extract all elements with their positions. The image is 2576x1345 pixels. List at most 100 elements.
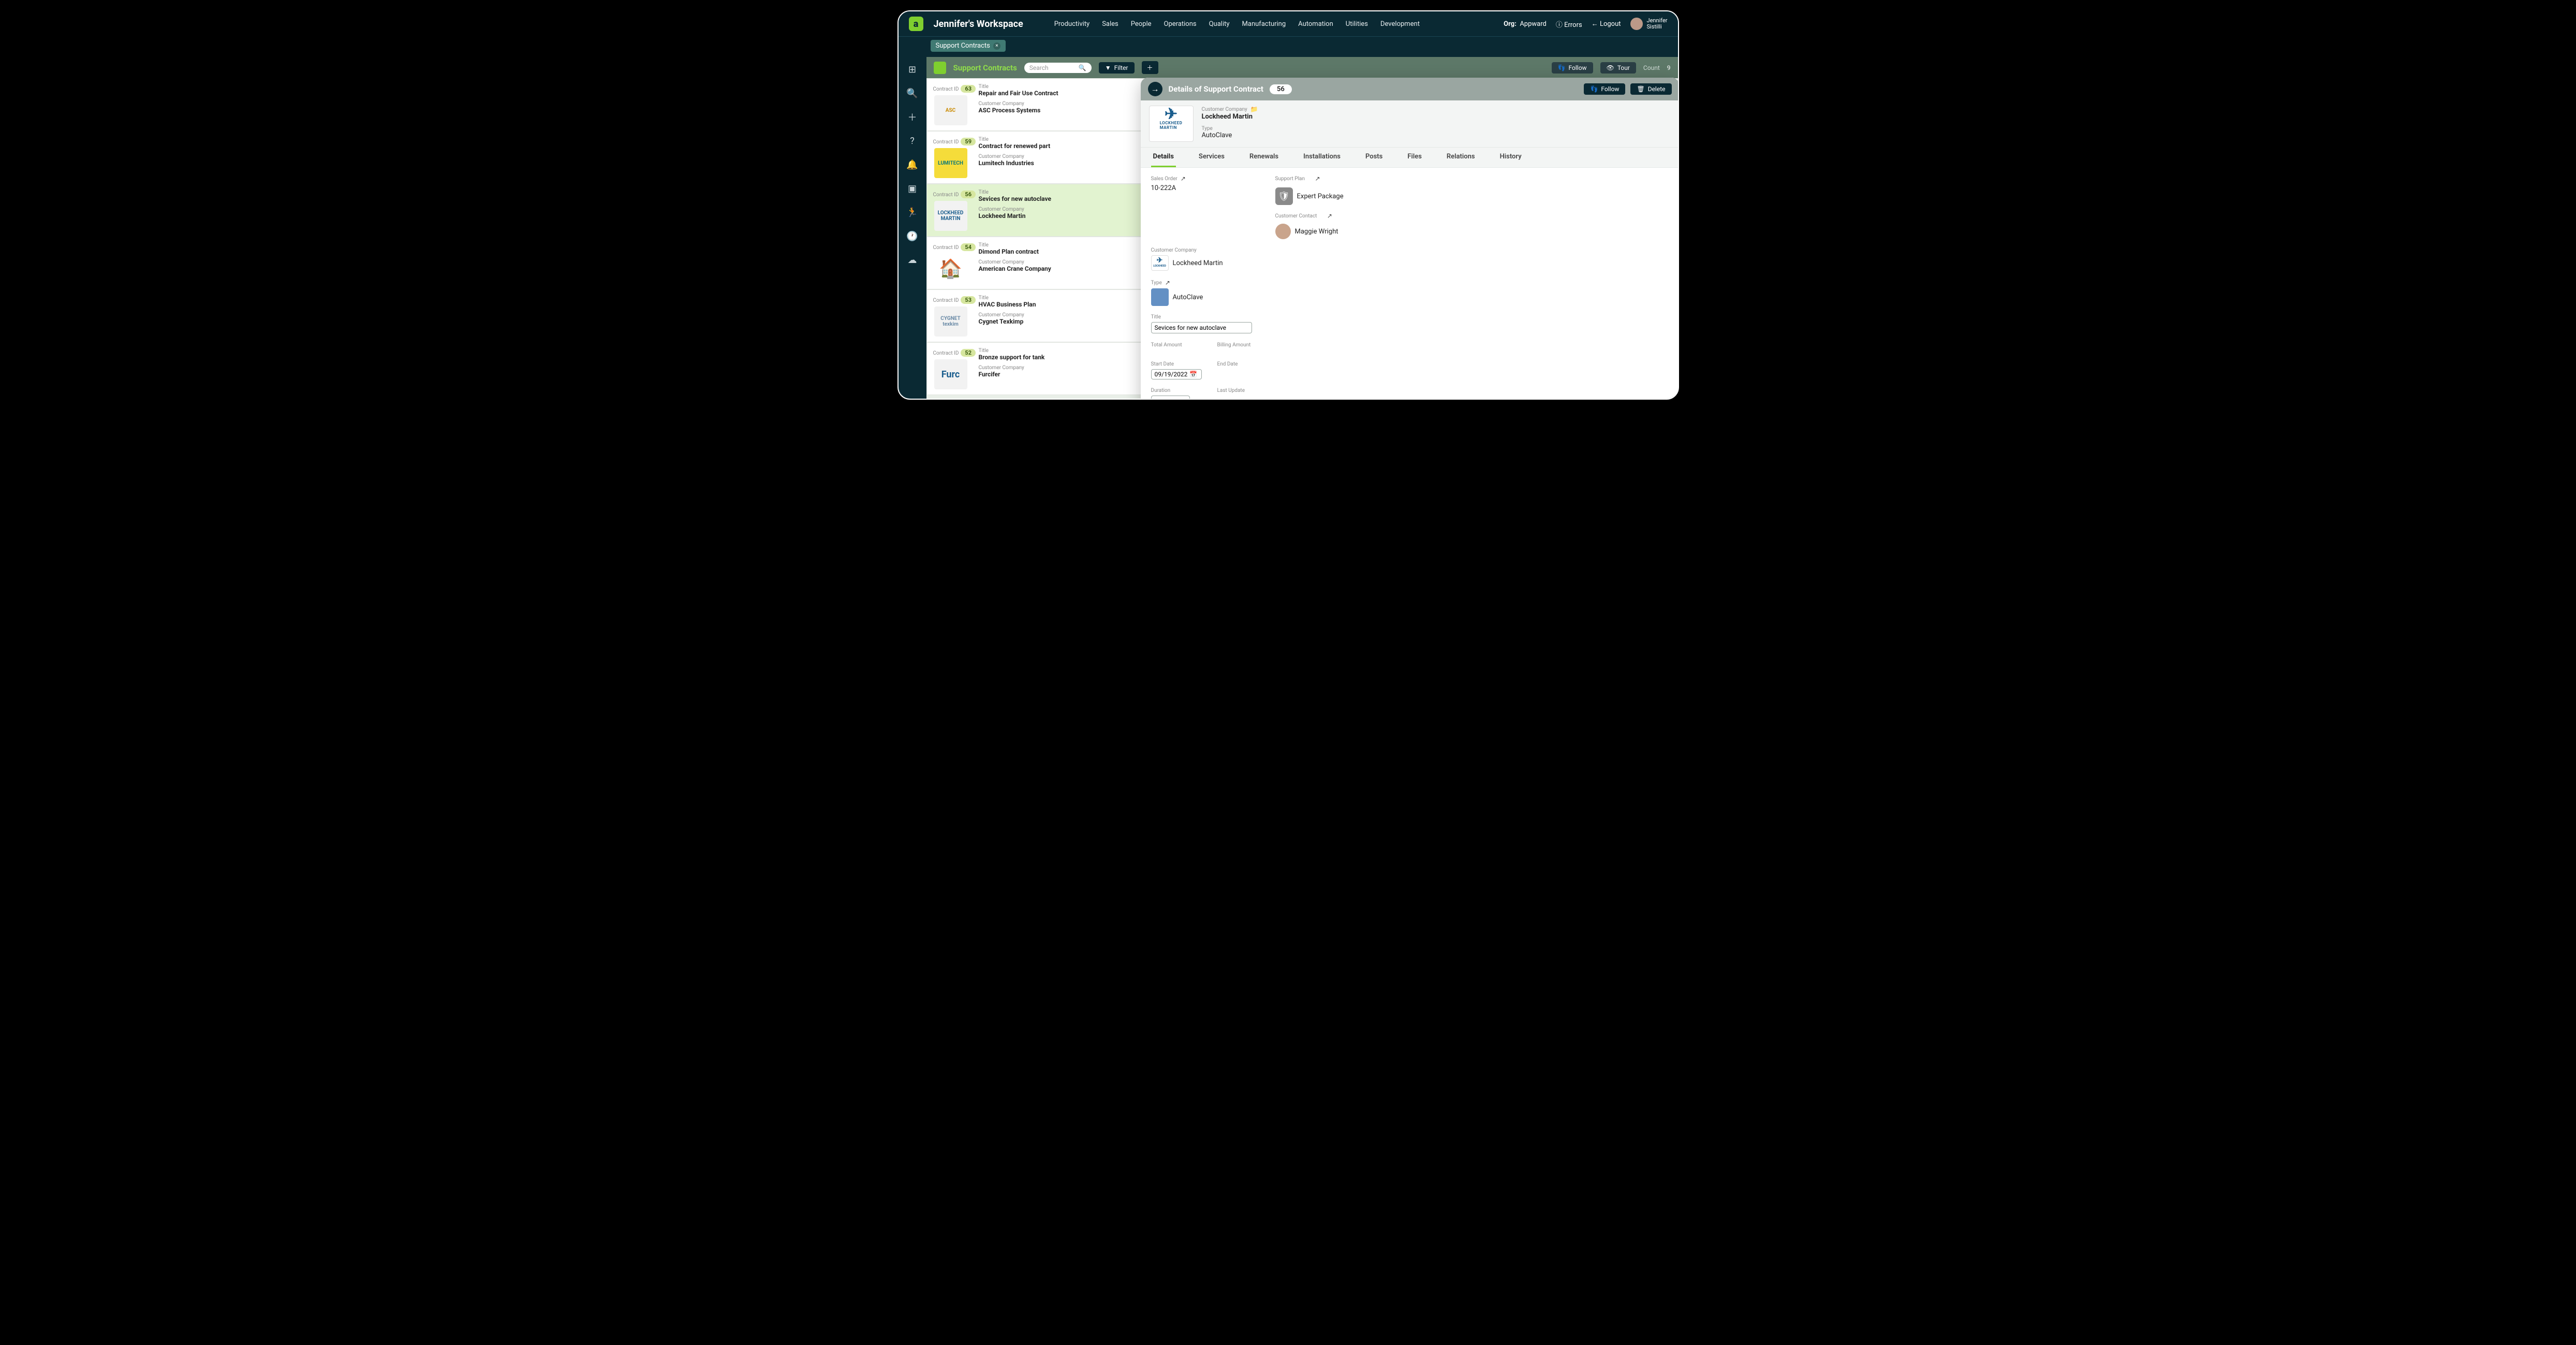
sales-order-value: 10-222A [1151,184,1260,192]
main-area: ⊞ 🔍 ＋ ? 🔔 ▣ 🏃 🕐 ☁ Support Contracts Sear… [899,57,1678,399]
left-rail: ⊞ 🔍 ＋ ? 🔔 ▣ 🏃 🕐 ☁ [899,57,926,399]
details-body: Sales Order ↗ 10-222A Support Plan ↗ 🛡Ex… [1141,168,1679,400]
company-logo-small: ✈LOCKHEED [1151,255,1169,271]
details-header: → Details of Support Contract 56 👣Follow… [1141,78,1679,100]
company-logo-thumb: LOCKHEED MARTIN [934,201,967,231]
tab-installations[interactable]: Installations [1301,148,1343,167]
tab-files[interactable]: Files [1405,148,1424,167]
nav-automation[interactable]: Automation [1298,20,1333,28]
contract-id-pill: 54 [961,243,976,251]
contract-id-pill: 52 [961,349,976,357]
tab-services[interactable]: Services [1197,148,1227,167]
contract-id-pill: 53 [961,296,976,304]
filter-icon: ▼ [1105,64,1111,71]
follow-icon: 👣 [1558,64,1566,71]
errors-link[interactable]: ⓘ Errors [1556,19,1582,29]
folder-icon[interactable]: 📁 [1250,106,1258,113]
eye-icon: 👁 [1607,64,1614,71]
nav-operations[interactable]: Operations [1164,20,1197,28]
tab-renewals[interactable]: Renewals [1247,148,1280,167]
nav-people[interactable]: People [1131,20,1152,28]
tab-details[interactable]: Details [1151,148,1176,167]
details-follow-button[interactable]: 👣Follow [1584,83,1625,95]
tab-history[interactable]: History [1498,148,1524,167]
add-icon[interactable]: ＋ [907,112,918,122]
module-title: Support Contracts [953,63,1017,72]
customer-contact-value: Maggie Wright [1275,224,1669,239]
start-date-input[interactable]: 09/19/2022📅 [1151,369,1202,379]
company-logo-thumb: LUMITECH [934,148,967,178]
breadcrumb-chip[interactable]: Support Contracts × [931,40,1006,52]
calendar-icon: 📅 [1189,371,1197,378]
tour-button[interactable]: 👁Tour [1600,62,1636,74]
topbar: a Jennifer's Workspace Productivity Sales… [899,11,1678,37]
external-link-icon[interactable]: ↗ [1181,175,1186,182]
filter-button[interactable]: ▼Filter [1099,62,1135,74]
list-toolbar: Support Contracts Search🔍 ▼Filter ＋ 👣Fol… [926,57,1678,78]
company-logo-thumb: ASC [934,95,967,125]
contract-id-pill: 59 [961,138,976,145]
close-icon[interactable]: × [993,42,1000,50]
title-input[interactable] [1151,322,1252,333]
content-area: Support Contracts Search🔍 ▼Filter ＋ 👣Fol… [926,57,1678,399]
clock-icon[interactable]: 🕐 [907,231,918,241]
nav-quality[interactable]: Quality [1209,20,1230,28]
bell-icon[interactable]: 🔔 [907,159,918,170]
add-button[interactable]: ＋ [1142,61,1158,74]
breadcrumb-bar: Support Contracts × [899,37,1678,57]
follow-button[interactable]: 👣Follow [1552,62,1593,74]
external-link-icon[interactable]: ↗ [1165,279,1170,286]
customer-company-value: ✈LOCKHEED Lockheed Martin [1151,255,1260,271]
tab-relations[interactable]: Relations [1445,148,1477,167]
back-button[interactable]: → [1148,82,1162,96]
search-input[interactable]: Search🔍 [1024,63,1092,73]
details-summary: ✈ LOCKHEEDMARTIN Customer Company 📁 Lock… [1141,100,1679,148]
tab-posts[interactable]: Posts [1363,148,1385,167]
contract-id-pill: 56 [961,191,976,198]
count-value: 9 [1667,64,1671,71]
nav-development[interactable]: Development [1380,20,1420,28]
help-icon[interactable]: ? [907,136,918,146]
details-tabs: Details Services Renewals Installations Post… [1141,148,1679,168]
company-logo: ✈ LOCKHEEDMARTIN [1149,106,1194,142]
external-link-icon[interactable]: ↗ [1315,175,1320,182]
activity-icon[interactable]: 🏃 [907,207,918,217]
shield-icon: 🛡 [1275,187,1293,205]
chat-icon[interactable]: ▣ [907,183,918,194]
cloud-icon[interactable]: ☁ [907,255,918,265]
search-icon: 🔍 [1079,64,1086,71]
contract-type: AutoClave [1202,131,1258,139]
top-nav: Productivity Sales People Operations Quality… [1054,20,1420,28]
app-logo[interactable]: a [909,17,923,31]
module-icon [934,62,946,74]
logout-link[interactable]: ← Logout [1592,20,1621,28]
org-value: Appward [1520,20,1547,28]
company-logo-thumb: 🏠 [934,254,967,284]
follow-icon: 👣 [1590,85,1598,93]
search-icon[interactable]: 🔍 [907,88,918,98]
contract-id-pill: 63 [961,85,976,93]
company-name: Lockheed Martin [1202,113,1258,121]
topbar-right: Org: Appward ⓘ Errors ← Logout JenniferS… [1504,18,1667,30]
nav-sales[interactable]: Sales [1102,20,1118,28]
type-value: AutoClave [1151,288,1260,306]
details-delete-button[interactable]: 🗑Delete [1630,83,1671,95]
count-label: Count [1643,64,1660,71]
company-logo-thumb: CYGNET texkim [934,306,967,337]
app-frame: a Jennifer's Workspace Productivity Sales… [897,10,1679,400]
details-id: 56 [1270,84,1292,94]
nav-productivity[interactable]: Productivity [1054,20,1090,28]
details-panel: → Details of Support Contract 56 👣Follow… [1141,78,1679,400]
nav-utilities[interactable]: Utilities [1346,20,1368,28]
details-title: Details of Support Contract [1169,84,1263,94]
nav-manufacturing[interactable]: Manufacturing [1242,20,1286,28]
workspace-title: Jennifer's Workspace [934,19,1023,30]
user-menu[interactable]: JenniferSistilli [1630,18,1668,30]
contact-avatar [1275,224,1291,239]
user-avatar [1630,18,1643,30]
external-link-icon[interactable]: ↗ [1327,212,1332,220]
duration-input[interactable] [1151,396,1190,400]
org-label: Org: [1504,20,1517,28]
type-thumbnail [1151,288,1169,306]
apps-icon[interactable]: ⊞ [907,64,918,75]
